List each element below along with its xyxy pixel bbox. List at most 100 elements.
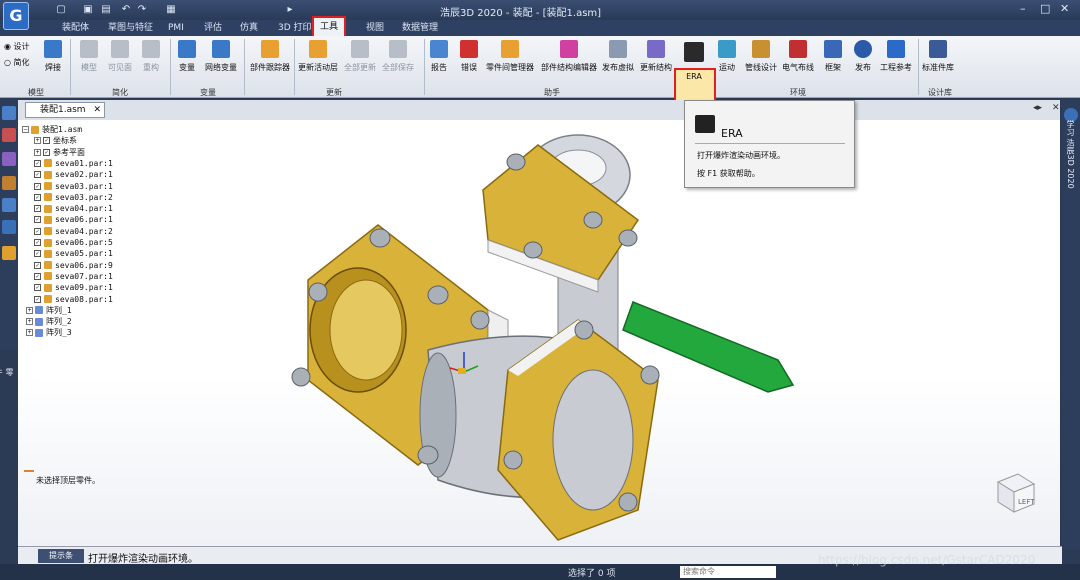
document-tab[interactable]: 装配1.asm ✕ <box>25 102 105 118</box>
print-icon[interactable]: ▦ <box>165 3 177 17</box>
publish-button[interactable]: 发布 <box>854 40 872 73</box>
report-button[interactable]: 报告 <box>430 40 448 73</box>
minimize-icon[interactable]: – <box>1020 2 1026 15</box>
tree-part-row[interactable]: ✓ seva05.par:1 <box>34 248 113 259</box>
close-icon[interactable]: ✕ <box>1060 2 1069 15</box>
graphics-window[interactable]: LEFT <box>18 120 1060 546</box>
maximize-icon[interactable]: □ <box>1040 2 1050 15</box>
tree-part-row[interactable]: ✓ seva04.par:2 <box>34 226 113 237</box>
motion-button[interactable]: 运动 <box>718 40 736 73</box>
standard-parts-button[interactable]: 标准件库 <box>922 40 954 73</box>
part-icon <box>44 227 52 236</box>
expand-icon: + <box>26 329 33 337</box>
family-icon[interactable] <box>2 198 16 212</box>
checkbox: ✓ <box>34 284 41 292</box>
weld-button[interactable]: 焊接 <box>44 40 62 73</box>
tree-part-row[interactable]: ✓ seva08.par:1 <box>34 294 113 305</box>
tree-part-row[interactable]: ✓ seva04.par:1 <box>34 203 113 214</box>
tree-part-row[interactable]: ✓ seva06.par:9 <box>34 260 113 271</box>
visible-face-button[interactable]: 可见面 <box>108 40 132 73</box>
tooltip-description: 打开爆炸渲染动画环境。 <box>697 151 785 160</box>
expand-icon: + <box>34 148 41 156</box>
features-icon[interactable] <box>2 176 16 190</box>
network-variable-button[interactable]: 网络变量 <box>205 40 237 73</box>
prompt-bar-label[interactable]: 提示条 <box>38 549 84 563</box>
help-icon[interactable] <box>2 220 16 234</box>
tree-label: seva06.par:9 <box>55 260 113 270</box>
tab-assembly[interactable]: 装配体 <box>62 21 89 36</box>
piping-button[interactable]: 管线设计 <box>745 40 777 73</box>
close-tab-icon[interactable]: ✕ <box>93 103 101 117</box>
tree-part-row[interactable]: ✓ seva06.par:5 <box>34 237 113 248</box>
expand-icon: + <box>26 318 33 326</box>
valve-model[interactable] <box>18 120 1060 546</box>
tab-sketch[interactable]: 草图与特征 <box>108 21 153 36</box>
publish-virtual-button[interactable]: 发布虚拟 <box>602 40 634 73</box>
tree-node-row[interactable]: + ✓ 坐标系 <box>34 135 77 146</box>
tree-part-row[interactable]: ✓ seva06.par:1 <box>34 214 113 225</box>
tree-part-row[interactable]: ✓ seva01.par:1 <box>34 158 113 169</box>
tab-scroll-icon[interactable]: ◂▸ <box>1033 103 1042 113</box>
model-icon <box>80 40 98 58</box>
wiring-button[interactable]: 电气布线 <box>782 40 814 73</box>
tree-node-row[interactable]: + ✓ 参考平面 <box>34 147 85 158</box>
view-cube[interactable]: LEFT <box>990 470 1038 514</box>
new-icon[interactable]: ▢ <box>55 3 67 17</box>
checkbox: ✓ <box>34 261 41 269</box>
undo-icon[interactable]: ↶ <box>120 3 132 17</box>
open-icon[interactable]: ▣ <box>82 3 94 17</box>
tree-part-row[interactable]: ✓ seva02.par:1 <box>34 169 113 180</box>
tree-node-row[interactable]: + 阵列_1 <box>26 305 72 316</box>
update-layer-button[interactable]: 更新活动层 <box>298 40 338 73</box>
motion-icon <box>718 40 736 58</box>
part-icon <box>44 170 52 179</box>
tree-part-row[interactable]: ✓ seva07.par:1 <box>34 271 113 282</box>
tree-node-row[interactable]: – 装配1.asm <box>22 124 82 135</box>
tree-node-row[interactable]: + 阵列_3 <box>26 327 72 338</box>
tree-label: seva02.par:1 <box>55 170 113 180</box>
checkbox: ✓ <box>34 250 41 258</box>
part-icon <box>44 193 52 202</box>
sensors-icon[interactable] <box>2 152 16 166</box>
error-button[interactable]: 错误 <box>460 40 478 73</box>
group-simplify-label: 简化 <box>112 88 128 97</box>
learn-panel-label[interactable]: 学习 浩辰3D 2020 <box>1065 120 1076 189</box>
tab-evaluate[interactable]: 评估 <box>204 21 222 36</box>
tab-tools[interactable]: 工具 <box>312 16 347 38</box>
tab-simulation[interactable]: 仿真 <box>240 21 258 36</box>
checkbox: ✓ <box>34 193 41 201</box>
variable-button[interactable]: 变量 <box>178 40 196 73</box>
tab-data-management[interactable]: 数据管理 <box>402 21 438 36</box>
command-search-input[interactable]: 搜索命令 <box>680 566 776 578</box>
redo-icon[interactable]: ↷ <box>136 3 148 17</box>
rebuild-button[interactable]: 重构 <box>142 40 160 73</box>
ribbon-panel: ◉ 设计 ○ 简化 焊接 模型 可见面 重构 变量 网络变量 部件跟踪器 更新活… <box>0 36 1080 130</box>
save-all-button[interactable]: 全部保存 <box>382 40 414 73</box>
mode-simplify-radio[interactable]: ○ 简化 <box>4 57 30 68</box>
tab-view[interactable]: 视图 <box>366 21 384 36</box>
parts-library-icon[interactable] <box>2 246 16 260</box>
frame-button[interactable]: 框架 <box>824 40 842 73</box>
dropdown-icon[interactable]: ▸ <box>284 3 296 17</box>
update-all-button[interactable]: 全部更新 <box>344 40 376 73</box>
era-button[interactable]: ERA <box>684 42 704 81</box>
tree-part-row[interactable]: ✓ seva03.par:1 <box>34 181 113 192</box>
structure-editor-button[interactable]: 部件结构编辑器 <box>541 40 597 73</box>
parts-library-label[interactable]: 零件库 <box>0 368 15 376</box>
app-logo-icon[interactable]: G <box>3 2 29 30</box>
model-button[interactable]: 模型 <box>80 40 98 73</box>
layers-icon[interactable] <box>2 128 16 142</box>
tracker-button[interactable]: 部件跟踪器 <box>250 40 290 73</box>
tree-node-row[interactable]: + 阵列_2 <box>26 316 72 327</box>
tab-pmi[interactable]: PMI <box>168 21 184 36</box>
pathfinder-icon[interactable] <box>2 106 16 120</box>
interpart-manager-button[interactable]: 零件间管理器 <box>486 40 534 73</box>
update-structure-button[interactable]: 更新结构 <box>640 40 672 73</box>
engineering-ref-button[interactable]: 工程参考 <box>880 40 912 73</box>
close-doc-icon[interactable]: ✕ <box>1052 103 1060 113</box>
tree-part-row[interactable]: ✓ seva09.par:1 <box>34 282 113 293</box>
tab-3d-print[interactable]: 3D 打印 <box>278 21 312 36</box>
mode-design-radio[interactable]: ◉ 设计 <box>4 41 30 52</box>
tree-part-row[interactable]: ✓ seva03.par:2 <box>34 192 113 203</box>
save-icon[interactable]: ▤ <box>100 3 112 17</box>
